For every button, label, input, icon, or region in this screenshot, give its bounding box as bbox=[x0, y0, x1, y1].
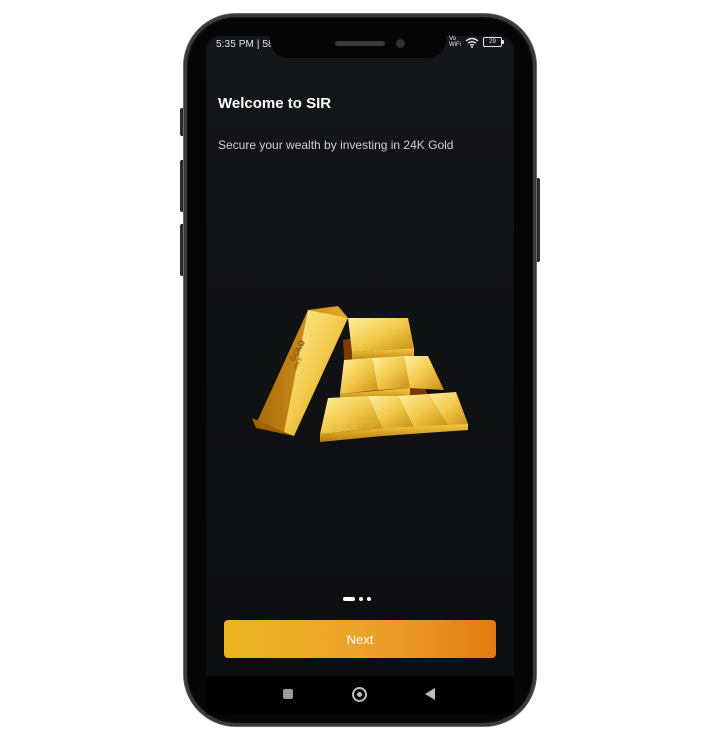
page-title: Welcome to SIR bbox=[218, 95, 332, 112]
recent-apps-icon[interactable] bbox=[283, 689, 293, 699]
page-dot bbox=[359, 597, 363, 601]
battery-icon: 29 bbox=[483, 37, 504, 47]
status-time: 5:35 PM | 58 bbox=[216, 39, 274, 50]
status-icons: Vo WiFi 29 bbox=[449, 36, 504, 48]
front-camera bbox=[396, 39, 405, 48]
vowifi-indicator: Vo WiFi bbox=[449, 36, 463, 48]
wifi-icon bbox=[465, 37, 479, 48]
next-button-label: Next bbox=[346, 631, 374, 647]
earpiece-speaker bbox=[335, 41, 385, 46]
page-dot-active bbox=[343, 597, 355, 601]
vowifi-label-bottom: WiFi bbox=[449, 42, 461, 48]
page-subtitle: Secure your wealth by investing in 24K G… bbox=[218, 138, 454, 152]
home-icon[interactable] bbox=[352, 687, 367, 702]
battery-level: 29 bbox=[489, 39, 496, 45]
gold-bars-illustration: FINE GOLD 999.9 bbox=[252, 306, 468, 442]
page-dot bbox=[367, 597, 371, 601]
back-icon[interactable] bbox=[425, 688, 435, 700]
page-indicator bbox=[343, 597, 371, 601]
next-button[interactable]: Next bbox=[224, 620, 496, 658]
